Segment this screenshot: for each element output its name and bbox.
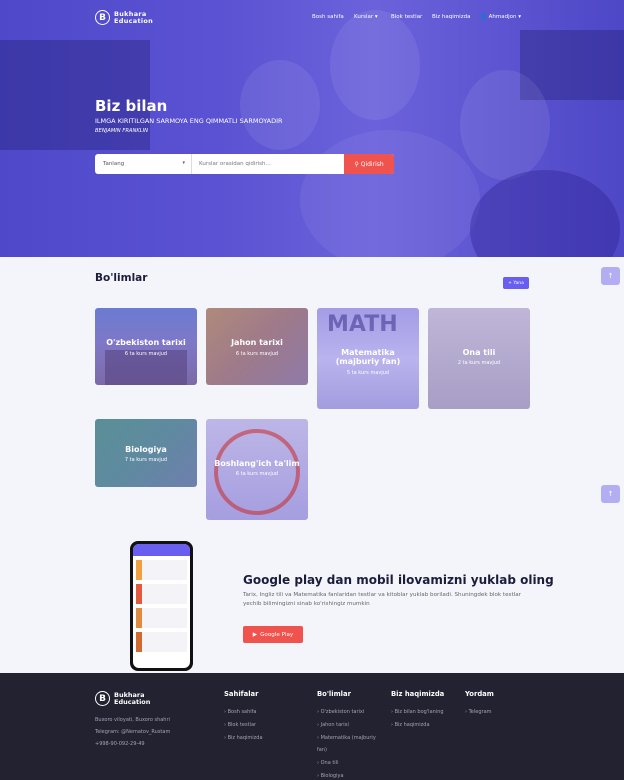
scroll-top-button[interactable]: ↑: [601, 267, 620, 285]
app-promo-title: Google play dan mobil ilovamizni yuklab …: [243, 573, 554, 587]
section-card-uzbekistan-history[interactable]: O'zbekiston tarixi 6 ta kurs mavjud: [95, 308, 197, 385]
footer-link[interactable]: › Biz haqimizda: [391, 722, 430, 728]
arrow-up-icon: ↑: [607, 272, 614, 280]
footer: B Bukhara Education Buxoro viloyati, Buxo…: [0, 673, 624, 780]
top-navigation: B Bukhara Education Bosh sahifa Kurslar ▾…: [0, 0, 624, 36]
footer-link[interactable]: › O'zbekiston tarixi: [317, 709, 364, 715]
section-card-mathematics[interactable]: MATH Matematika (majburiy fan) 5 ta kurs…: [317, 308, 419, 409]
google-play-button[interactable]: ▶ Google Play: [243, 626, 303, 643]
footer-col-about-title: Biz haqimizda: [391, 690, 445, 698]
footer-address: Buxoro viloyati, Buxoro shahri: [95, 717, 170, 723]
footer-telegram: Telegram: @Nematov_Rustam: [95, 729, 171, 735]
chevron-down-icon: ▾: [518, 14, 521, 20]
play-icon: ▶: [252, 631, 258, 638]
footer-link[interactable]: › Ona tili: [317, 760, 338, 766]
nav-courses[interactable]: Kurslar ▾: [354, 14, 378, 20]
hero-banner: [0, 0, 624, 257]
search-icon: ⚲: [354, 160, 359, 168]
arrow-up-icon: ↑: [607, 490, 614, 498]
sections-title: Bo'limlar: [95, 272, 148, 284]
footer-logo[interactable]: B Bukhara Education: [95, 691, 150, 706]
footer-link[interactable]: › Blok testlar: [224, 722, 256, 728]
footer-col-help-title: Yordam: [465, 690, 494, 698]
footer-link[interactable]: › Matematika (majburiy: [317, 735, 376, 741]
nav-home[interactable]: Bosh sahifa: [312, 14, 344, 20]
nav-user-menu[interactable]: 👤 Ahmadjon ▾: [480, 14, 521, 20]
section-card-world-history[interactable]: Jahon tarixi 6 ta kurs mavjud: [206, 308, 308, 385]
hero-subtitle: ILMGA KIRITILGAN SARMOYA ENG QIMMATLI SA…: [95, 117, 283, 125]
nav-blog[interactable]: Blok testlar: [391, 14, 422, 20]
more-button[interactable]: + Yana: [503, 277, 529, 289]
footer-link[interactable]: › Biz haqimizda: [224, 735, 263, 741]
footer-phone: +998-90-092-29-49: [95, 741, 145, 747]
brand-logo-icon: B: [95, 10, 110, 25]
footer-col-sections-title: Bo'limlar: [317, 690, 351, 698]
section-card-biology[interactable]: Biologiya 7 ta kurs mavjud: [95, 419, 197, 487]
brand-logo-icon: B: [95, 691, 110, 706]
footer-col-pages-title: Sahifalar: [224, 690, 259, 698]
section-card-mother-tongue[interactable]: Ona tili 2 ta kurs mavjud: [428, 308, 530, 409]
hero-author: BENJAMIN FRANKLIN: [95, 128, 149, 134]
caret-down-icon: ▾: [182, 160, 185, 166]
footer-link-cont[interactable]: fan): [317, 747, 327, 753]
user-icon: 👤: [480, 14, 487, 20]
scroll-top-button-2[interactable]: ↑: [601, 485, 620, 503]
chevron-down-icon: ▾: [374, 14, 378, 20]
brand-logo[interactable]: B Bukhara Education: [95, 10, 153, 25]
phone-mockup: [130, 541, 193, 671]
footer-link[interactable]: › Biz bilan bog'laning: [391, 709, 444, 715]
category-select[interactable]: Tanlang ▾: [95, 154, 192, 174]
footer-link[interactable]: › Jahon tarixi: [317, 722, 349, 728]
nav-about[interactable]: Biz haqimizda: [432, 14, 470, 20]
app-promo-desc: Tarix, Ingliz tili va Matematika fanlari…: [243, 592, 521, 607]
plus-icon: +: [508, 280, 512, 286]
search-bar: Tanlang ▾ Kurslar orasidan qidirish... ⚲ Q…: [95, 154, 394, 174]
footer-link[interactable]: › Biologiya: [317, 773, 344, 779]
footer-link[interactable]: › Telegram: [465, 709, 492, 715]
footer-link[interactable]: › Bosh sahifa: [224, 709, 257, 715]
search-input[interactable]: Kurslar orasidan qidirish...: [192, 154, 344, 174]
search-button[interactable]: ⚲ Qidirish: [344, 154, 394, 174]
section-card-primary-education[interactable]: Boshlang'ich ta'lim 6 ta kurs mavjud: [206, 419, 308, 520]
hero-title: Biz bilan: [95, 97, 168, 115]
